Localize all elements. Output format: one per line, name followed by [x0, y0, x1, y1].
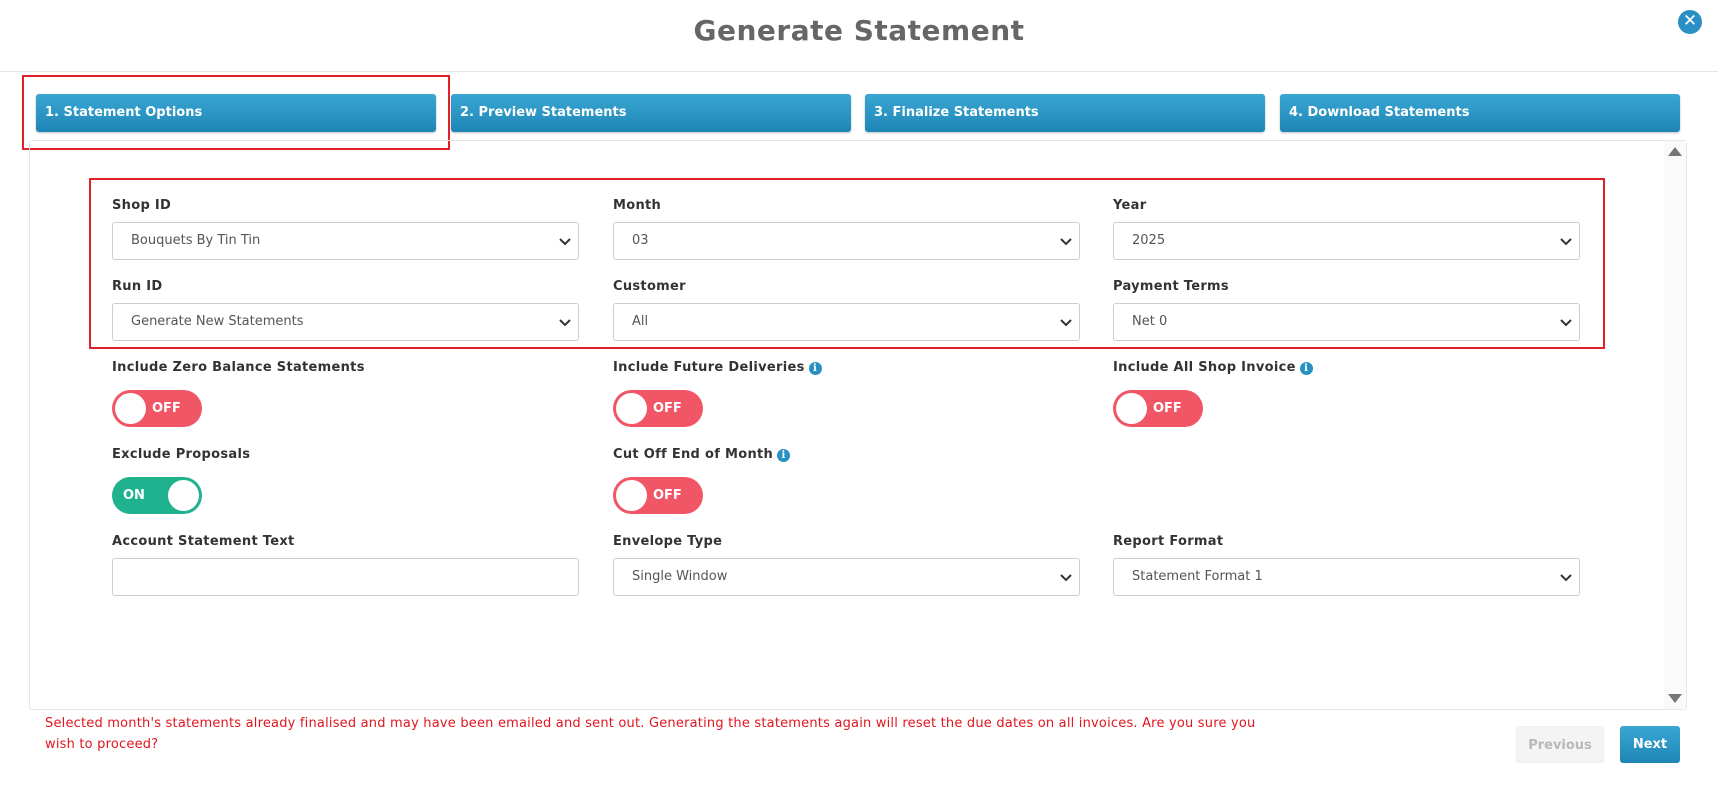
- shop-id-label: Shop ID: [112, 198, 172, 213]
- report-format-value: Statement Format 1: [1132, 569, 1263, 584]
- run-id-value: Generate New Statements: [131, 314, 304, 329]
- toggle-state: OFF: [1153, 401, 1182, 416]
- chevron-down-icon: [1060, 574, 1072, 582]
- envelope-type-label: Envelope Type: [613, 534, 723, 549]
- year-label: Year: [1113, 198, 1147, 213]
- toggle-knob: [616, 480, 647, 511]
- dialog-header: Generate Statement ✕: [0, 0, 1718, 72]
- payment-terms-value: Net 0: [1132, 314, 1168, 329]
- customer-label: Customer: [613, 279, 686, 294]
- tab-download-statements[interactable]: 4. Download Statements: [1280, 94, 1680, 132]
- include-future-deliveries-label-text: Include Future Deliveries: [613, 360, 805, 375]
- toggle-state: OFF: [653, 401, 682, 416]
- panel-scrollbar[interactable]: [1664, 141, 1686, 709]
- shop-id-value: Bouquets By Tin Tin: [131, 233, 261, 248]
- account-statement-text-input[interactable]: [112, 558, 579, 596]
- include-zero-balance-label: Include Zero Balance Statements: [112, 360, 365, 375]
- chevron-down-icon: [559, 238, 571, 246]
- include-all-shop-invoice-toggle[interactable]: OFF: [1113, 390, 1203, 427]
- toggle-knob: [115, 393, 146, 424]
- tab-statement-options[interactable]: 1. Statement Options: [36, 94, 436, 132]
- year-select[interactable]: 2025: [1113, 222, 1580, 260]
- wizard-tabs: 1. Statement Options 2. Preview Statemen…: [36, 94, 1680, 132]
- exclude-proposals-toggle[interactable]: ON: [112, 477, 202, 514]
- include-future-deliveries-toggle[interactable]: OFF: [613, 390, 703, 427]
- customer-select[interactable]: All: [613, 303, 1080, 341]
- include-all-shop-invoice-label-text: Include All Shop Invoice: [1113, 360, 1296, 375]
- toggle-state: OFF: [152, 401, 181, 416]
- chevron-down-icon: [1560, 574, 1572, 582]
- finalised-warning-text: Selected month's statements already fina…: [45, 716, 1256, 752]
- scroll-up-icon[interactable]: [1668, 147, 1682, 156]
- chevron-down-icon: [1560, 319, 1572, 327]
- close-icon[interactable]: ✕: [1678, 10, 1702, 34]
- toggle-state: ON: [123, 488, 145, 503]
- exclude-proposals-label-text: Exclude Proposals: [112, 447, 251, 462]
- scroll-down-icon[interactable]: [1668, 694, 1682, 703]
- account-statement-text-label: Account Statement Text: [112, 534, 295, 549]
- info-icon[interactable]: i: [777, 449, 791, 462]
- chevron-down-icon: [1060, 238, 1072, 246]
- dialog-title: Generate Statement: [693, 14, 1025, 47]
- exclude-proposals-label: Exclude Proposals: [112, 447, 250, 462]
- info-icon[interactable]: i: [808, 362, 822, 375]
- shop-id-select[interactable]: Bouquets By Tin Tin: [112, 222, 579, 260]
- chevron-down-icon: [559, 319, 571, 327]
- envelope-type-value: Single Window: [632, 569, 728, 584]
- include-future-deliveries-label: Include Future Deliveries i: [613, 360, 822, 375]
- report-format-select[interactable]: Statement Format 1: [1113, 558, 1580, 596]
- include-all-shop-invoice-label: Include All Shop Invoice i: [1113, 360, 1313, 375]
- month-value: 03: [632, 233, 649, 248]
- previous-button[interactable]: Previous: [1516, 726, 1604, 763]
- toggle-knob: [616, 393, 647, 424]
- tab-finalize-statements[interactable]: 3. Finalize Statements: [865, 94, 1265, 132]
- include-zero-balance-label-text: Include Zero Balance Statements: [112, 360, 365, 375]
- toggle-knob: [168, 480, 199, 511]
- cut-off-end-of-month-label-text: Cut Off End of Month: [613, 447, 774, 462]
- toggle-knob: [1116, 393, 1147, 424]
- next-button[interactable]: Next: [1620, 726, 1680, 763]
- payment-terms-label: Payment Terms: [1113, 279, 1229, 294]
- info-icon[interactable]: i: [1299, 362, 1313, 375]
- report-format-label: Report Format: [1113, 534, 1224, 549]
- year-value: 2025: [1132, 233, 1166, 248]
- chevron-down-icon: [1060, 319, 1072, 327]
- tab-preview-statements[interactable]: 2. Preview Statements: [451, 94, 851, 132]
- run-id-select[interactable]: Generate New Statements: [112, 303, 579, 341]
- chevron-down-icon: [1560, 238, 1572, 246]
- month-label: Month: [613, 198, 662, 213]
- cut-off-end-of-month-label: Cut Off End of Month i: [613, 447, 791, 462]
- month-select[interactable]: 03: [613, 222, 1080, 260]
- envelope-type-select[interactable]: Single Window: [613, 558, 1080, 596]
- cut-off-end-of-month-toggle[interactable]: OFF: [613, 477, 703, 514]
- toggle-state: OFF: [653, 488, 682, 503]
- run-id-label: Run ID: [112, 279, 163, 294]
- include-zero-balance-toggle[interactable]: OFF: [112, 390, 202, 427]
- customer-value: All: [632, 314, 649, 329]
- payment-terms-select[interactable]: Net 0: [1113, 303, 1580, 341]
